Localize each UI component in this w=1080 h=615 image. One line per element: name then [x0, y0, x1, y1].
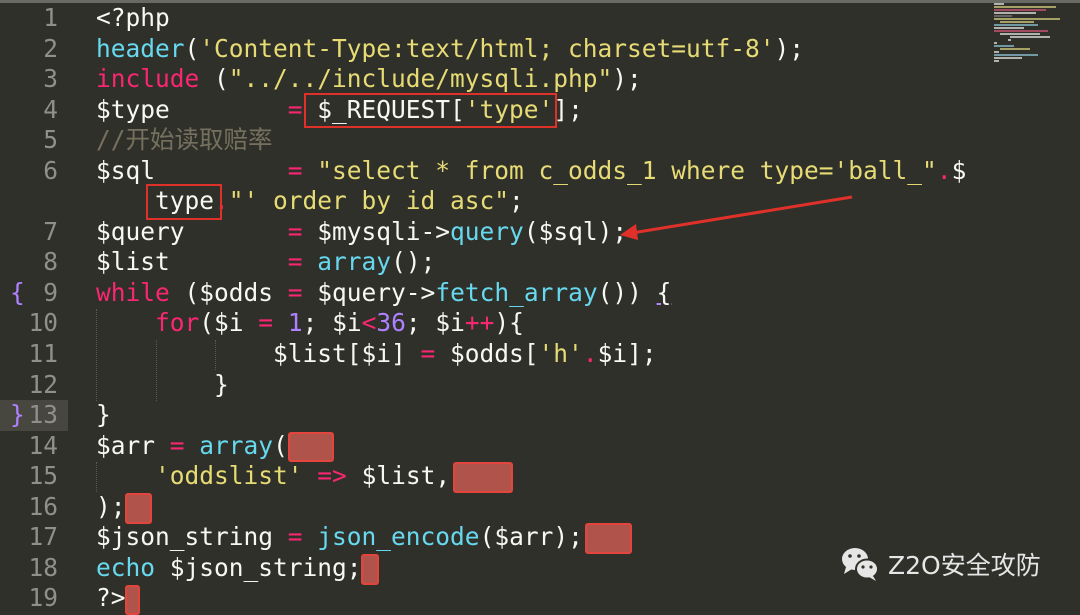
redaction-block	[125, 493, 152, 524]
redaction-block	[585, 523, 632, 554]
wechat-icon	[842, 548, 879, 581]
arrow-annotation	[620, 195, 853, 240]
redaction-block	[288, 432, 334, 462]
redaction-block	[125, 585, 140, 615]
watermark-text: Z2O安全攻防	[888, 551, 1041, 580]
watermark: Z2O安全攻防	[840, 545, 1041, 583]
redaction-block	[361, 554, 379, 585]
minimap[interactable]	[994, 3, 1064, 63]
redaction-block	[453, 462, 513, 493]
